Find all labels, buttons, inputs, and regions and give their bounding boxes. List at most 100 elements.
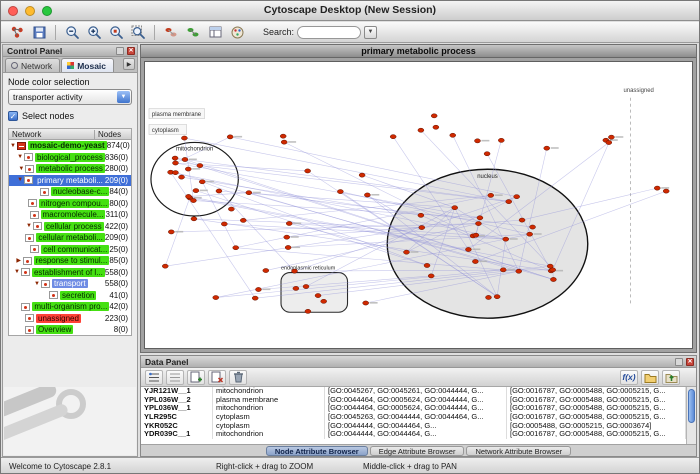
network-node[interactable] bbox=[363, 301, 369, 305]
tab-edge-attribute-browser[interactable]: Edge Attribute Browser bbox=[370, 446, 465, 456]
search-input[interactable] bbox=[297, 26, 361, 39]
tree-row[interactable]: ▼metabolic process280(0) bbox=[9, 163, 131, 175]
network-node[interactable] bbox=[305, 309, 311, 313]
network-node[interactable] bbox=[179, 175, 185, 179]
table-row[interactable]: YPL036W__1mitochondrion[GO:0044464, GO:0… bbox=[141, 404, 686, 413]
network-node[interactable] bbox=[477, 216, 483, 220]
tree-row[interactable]: cell communicat...25(0) bbox=[9, 244, 131, 256]
network-view-title[interactable]: primary metabolic process bbox=[141, 45, 696, 58]
tab-scroll-right-icon[interactable]: ▶ bbox=[123, 58, 135, 70]
tab-network-attribute-browser[interactable]: Network Attribute Browser bbox=[466, 446, 571, 456]
tree-row[interactable]: macromolecule...311(0) bbox=[9, 209, 131, 221]
zoom-window-icon[interactable] bbox=[42, 6, 52, 16]
network-node[interactable] bbox=[292, 269, 298, 273]
tree-column-nodes[interactable]: Nodes bbox=[95, 130, 131, 139]
tree-label[interactable]: unassigned bbox=[36, 314, 81, 323]
network-node[interactable] bbox=[213, 295, 219, 299]
tree-row[interactable]: Overview8(0) bbox=[9, 324, 131, 336]
unselect-attributes-icon[interactable] bbox=[166, 370, 184, 385]
tree-row[interactable]: cellular metaboli...209(0) bbox=[9, 232, 131, 244]
select-attributes-icon[interactable] bbox=[145, 370, 163, 385]
tree-label[interactable]: nitrogen compou... bbox=[39, 199, 109, 208]
hide-selected-icon[interactable] bbox=[161, 23, 181, 41]
network-node[interactable] bbox=[221, 222, 227, 226]
network-node[interactable] bbox=[500, 268, 506, 272]
network-node[interactable] bbox=[484, 152, 490, 156]
network-node[interactable] bbox=[419, 225, 425, 229]
network-node[interactable] bbox=[185, 167, 191, 171]
close-panel-icon[interactable]: ✕ bbox=[127, 47, 135, 55]
network-node[interactable] bbox=[182, 157, 188, 161]
network-node[interactable] bbox=[199, 180, 205, 184]
export-attributes-icon[interactable] bbox=[662, 370, 680, 385]
tree-expander-icon[interactable]: ▼ bbox=[17, 166, 25, 172]
import-attributes-icon[interactable] bbox=[641, 370, 659, 385]
network-node[interactable] bbox=[172, 171, 178, 175]
tree-expander-icon[interactable]: ▼ bbox=[16, 154, 24, 160]
network-node[interactable] bbox=[431, 114, 437, 118]
network-node[interactable] bbox=[305, 169, 311, 173]
tree-row[interactable]: nucleobase-c...84(0) bbox=[9, 186, 131, 198]
network-node[interactable] bbox=[233, 246, 239, 250]
network-node[interactable] bbox=[424, 263, 430, 267]
network-node[interactable] bbox=[663, 189, 669, 193]
network-node[interactable] bbox=[181, 136, 187, 140]
network-node[interactable] bbox=[303, 284, 309, 288]
table-row[interactable]: YDR039C__1mitochondrion[GO:0044444, GO:0… bbox=[141, 430, 686, 439]
close-panel-icon[interactable]: ✕ bbox=[686, 358, 694, 366]
tree-expander-icon[interactable]: ▼ bbox=[33, 281, 41, 287]
tree-row[interactable]: ▶response to stimul...85(0) bbox=[9, 255, 131, 267]
network-node[interactable] bbox=[544, 146, 550, 150]
network-node[interactable] bbox=[255, 287, 261, 291]
tree-label[interactable]: response to stimul... bbox=[34, 256, 110, 265]
zoom-in-icon[interactable] bbox=[84, 23, 104, 41]
network-node[interactable] bbox=[530, 225, 536, 229]
network-node[interactable] bbox=[514, 195, 520, 199]
network-node[interactable] bbox=[519, 218, 525, 222]
tree-label[interactable]: nucleobase-c... bbox=[51, 187, 109, 196]
tree-row[interactable]: unassigned223(0) bbox=[9, 313, 131, 325]
network-node[interactable] bbox=[472, 259, 478, 263]
zoom-out-icon[interactable] bbox=[62, 23, 82, 41]
tab-node-attribute-browser[interactable]: Node Attribute Browser bbox=[266, 446, 368, 456]
network-node[interactable] bbox=[359, 173, 365, 177]
save-session-icon[interactable] bbox=[29, 23, 49, 41]
table-row[interactable]: YLR295Ccytoplasm[GO:0045263, GO:0044444,… bbox=[141, 413, 686, 422]
tree-expander-icon[interactable]: ▼ bbox=[13, 269, 21, 275]
network-node[interactable] bbox=[193, 189, 199, 193]
vizmapper-palette-icon[interactable] bbox=[227, 23, 247, 41]
tree-expander-icon[interactable]: ▶ bbox=[15, 257, 23, 264]
network-node[interactable] bbox=[186, 194, 192, 198]
network-node[interactable] bbox=[450, 133, 456, 137]
network-node[interactable] bbox=[465, 247, 471, 251]
network-node[interactable] bbox=[252, 296, 258, 300]
tree-row[interactable]: ▼cellular process422(0) bbox=[9, 221, 131, 233]
tree-label[interactable]: primary metaboli... bbox=[35, 176, 105, 185]
tree-row[interactable]: ▼biological_process836(0) bbox=[9, 152, 131, 164]
tree-expander-icon[interactable]: ▼ bbox=[16, 177, 24, 183]
network-icon[interactable] bbox=[7, 23, 27, 41]
tree-label[interactable]: establishment of l... bbox=[32, 268, 105, 277]
tab-mosaic[interactable]: Mosaic bbox=[61, 58, 114, 72]
network-canvas[interactable]: plasma membrane cytoplasm mitochondrion … bbox=[144, 61, 693, 349]
show-all-icon[interactable] bbox=[183, 23, 203, 41]
title-bar[interactable]: Cytoscape Desktop (New Session) bbox=[1, 1, 699, 21]
network-node[interactable] bbox=[418, 128, 424, 132]
network-node[interactable] bbox=[337, 190, 343, 194]
tree-row[interactable]: ▼establishment of l...558(0) bbox=[9, 267, 131, 279]
network-node[interactable] bbox=[547, 264, 553, 268]
delete-attribute-icon[interactable] bbox=[208, 370, 226, 385]
network-node[interactable] bbox=[418, 213, 424, 217]
tree-label[interactable]: mosaic-demo-yeast bbox=[28, 141, 107, 150]
tree-label[interactable]: cellular metaboli... bbox=[36, 233, 104, 242]
color-attribute-select[interactable]: transporter activity ▼ bbox=[8, 89, 132, 105]
network-node[interactable] bbox=[191, 217, 197, 221]
tree-column-network[interactable]: Network bbox=[9, 130, 95, 139]
network-node[interactable] bbox=[474, 139, 480, 143]
network-node[interactable] bbox=[433, 125, 439, 129]
endoplasmic-reticulum-region[interactable] bbox=[281, 273, 348, 313]
network-node[interactable] bbox=[404, 250, 410, 254]
zoom-selected-icon[interactable] bbox=[106, 23, 126, 41]
tree-expander-icon[interactable]: ▼ bbox=[25, 223, 33, 229]
network-node[interactable] bbox=[475, 221, 481, 225]
